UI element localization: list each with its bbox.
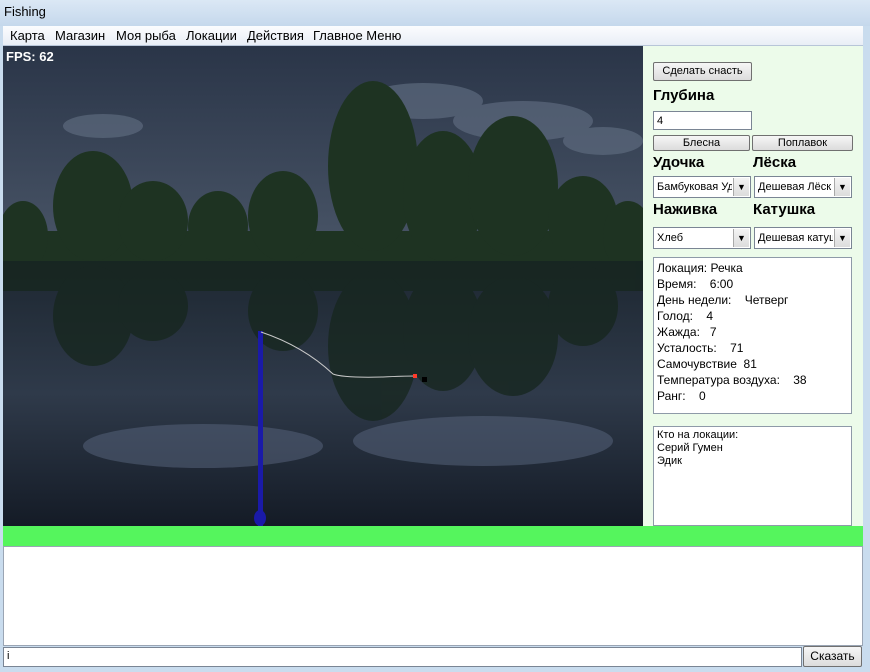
rod-select-value: Бамбуковая Уд — [657, 181, 732, 193]
player-name: Эдик — [657, 455, 682, 467]
lake-scene — [3, 46, 643, 526]
fps-counter: FPS: 62 — [6, 49, 54, 64]
menu-item-my-fish[interactable]: Моя рыба — [114, 28, 178, 43]
send-button[interactable]: Сказать — [803, 646, 862, 667]
menu-item-main-menu[interactable]: Главное Меню — [311, 28, 403, 43]
rod-header: Удочка — [653, 154, 705, 171]
game-viewport[interactable]: FPS: 62 — [3, 46, 643, 526]
float-shadow — [422, 377, 427, 382]
float-bobber — [413, 374, 417, 378]
player-stats: Локация: Речка Время: 6:00 День недели: … — [653, 257, 852, 414]
stat-fatigue: Усталость: 71 — [657, 341, 744, 355]
players-title: Кто на локации: — [657, 429, 739, 441]
menu-item-locations[interactable]: Локации — [184, 28, 239, 43]
float-button[interactable]: Поплавок — [752, 135, 853, 151]
progress-bar — [3, 526, 863, 546]
bait-select[interactable]: Хлеб ▼ — [653, 227, 751, 249]
stat-hunger: Голод: 4 — [657, 309, 713, 323]
side-panel: Сделать снасть Глубина 4 Блесна Поплавок… — [643, 46, 863, 526]
player-name: Серий Гумен — [657, 442, 723, 454]
reel-header: Катушка — [753, 201, 816, 218]
stat-location: Локация: Речка — [657, 261, 743, 275]
depth-header: Глубина — [653, 87, 715, 104]
title-bar: Fishing — [0, 0, 870, 26]
chevron-down-icon[interactable]: ▼ — [834, 178, 850, 196]
menu-item-shop[interactable]: Магазин — [53, 28, 107, 43]
stat-air-temperature: Температура воздуха: 38 — [657, 373, 807, 387]
bait-select-value: Хлеб — [657, 232, 684, 244]
players-on-location: Кто на локации: Серий Гумен Эдик — [653, 426, 852, 526]
rod-select[interactable]: Бамбуковая Уд ▼ — [653, 176, 751, 198]
chevron-down-icon[interactable]: ▼ — [733, 178, 749, 196]
bait-header: Наживка — [653, 201, 718, 218]
lure-button[interactable]: Блесна — [653, 135, 750, 151]
stat-thirst: Жажда: 7 — [657, 325, 717, 339]
line-header: Лёска — [753, 154, 797, 171]
chat-log[interactable] — [3, 546, 863, 646]
make-tackle-button[interactable]: Сделать снасть — [653, 62, 752, 81]
stat-weekday: День недели: Четверг — [657, 293, 789, 307]
reel-select[interactable]: Дешевая катуш ▼ — [754, 227, 852, 249]
stat-time: Время: 6:00 — [657, 277, 734, 291]
chevron-down-icon[interactable]: ▼ — [834, 229, 850, 247]
chevron-down-icon[interactable]: ▼ — [733, 229, 749, 247]
chat-input[interactable]: i — [3, 647, 802, 667]
menu-bar: Карта Магазин Моя рыба Локации Действия … — [3, 26, 863, 46]
window-title: Fishing — [4, 4, 46, 19]
reel-select-value: Дешевая катуш — [758, 232, 833, 244]
line-select[interactable]: Дешевая Лёск ▼ — [754, 176, 852, 198]
line-select-value: Дешевая Лёск — [758, 181, 832, 193]
menu-item-actions[interactable]: Действия — [245, 28, 306, 43]
stat-rank: Ранг: 0 — [657, 389, 706, 403]
depth-input[interactable]: 4 — [653, 111, 752, 130]
fishing-rod — [258, 331, 263, 526]
stat-wellbeing: Самочувствие 81 — [657, 357, 757, 371]
menu-item-map[interactable]: Карта — [8, 28, 47, 43]
rod-handle — [254, 510, 266, 526]
